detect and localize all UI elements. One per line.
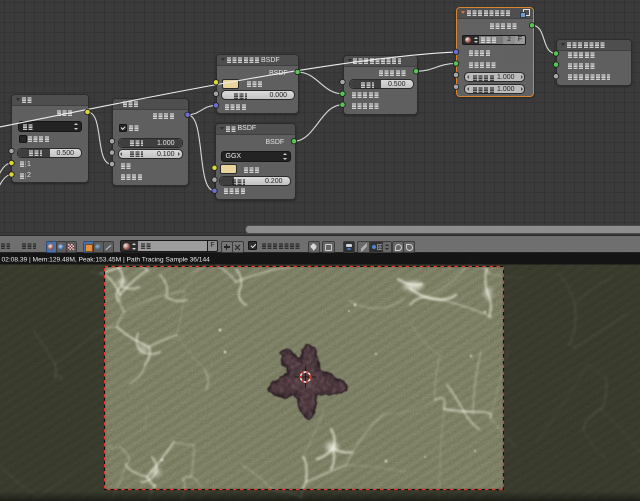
- svg-text:02:08.39 | Mem:129.48M, Peak:1: 02:08.39 | Mem:129.48M, Peak:153.45M | P…: [2, 257, 211, 264]
